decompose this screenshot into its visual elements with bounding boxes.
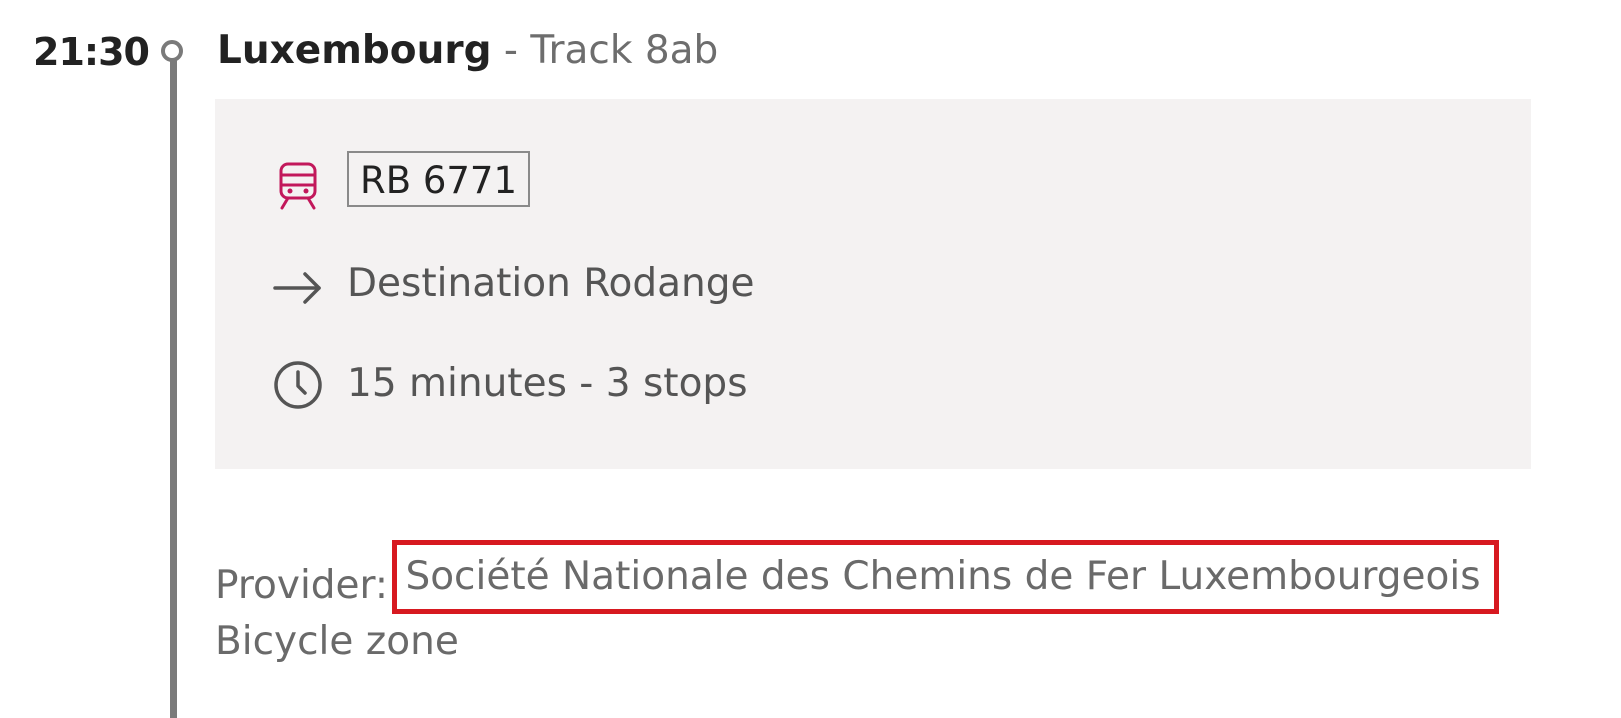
timeline-line <box>170 57 177 718</box>
provider-row: Provider: Société Nationale des Chemins … <box>215 540 1499 623</box>
departure-station-heading: Luxembourg - Track 8ab <box>217 28 718 73</box>
destination-text: Destination Rodange <box>347 261 755 306</box>
train-number-badge: RB 6771 <box>347 151 531 207</box>
arrow-right-icon <box>273 272 321 304</box>
track-info: - Track 8ab <box>503 28 719 73</box>
timeline-stop-marker <box>161 40 183 62</box>
station-name: Luxembourg <box>217 28 492 73</box>
clock-icon <box>274 361 322 409</box>
duration-and-stops: 15 minutes - 3 stops <box>347 361 748 406</box>
provider-name: Société Nationale des Chemins de Fer Lux… <box>392 540 1499 614</box>
journey-leg-card: RB 6771 Destination Rodange 15 minutes -… <box>215 99 1531 469</box>
departure-time: 21:30 <box>33 30 150 74</box>
bicycle-zone-feature: Bicycle zone <box>215 619 459 664</box>
train-icon <box>279 162 317 210</box>
provider-label: Provider: <box>215 563 389 608</box>
